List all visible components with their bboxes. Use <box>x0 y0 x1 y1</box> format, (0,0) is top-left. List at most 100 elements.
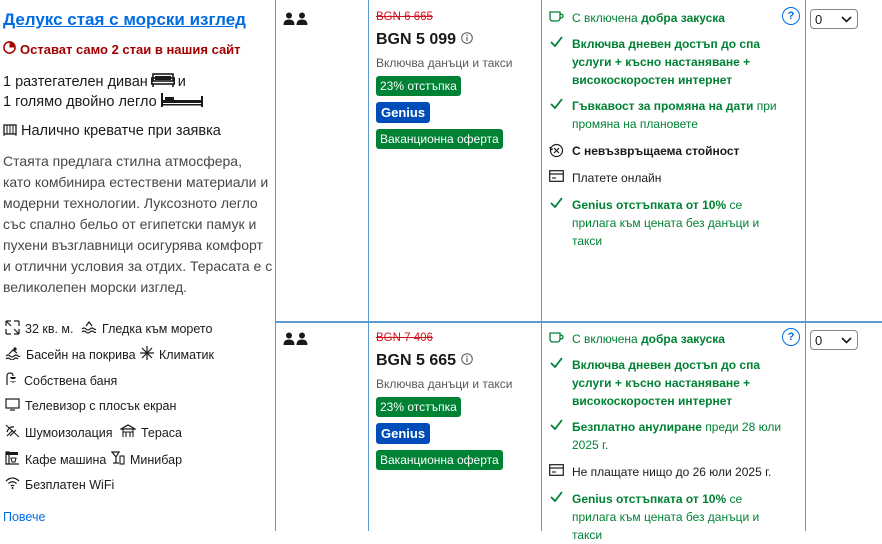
vacation-deal-badge: Ваканционна оферта <box>376 450 503 470</box>
feature-aircon: Климатик <box>140 346 214 363</box>
coffee-cup-icon <box>548 330 564 348</box>
room-description: Стаята предлага стилна атмосфера, като к… <box>3 153 273 295</box>
breakfast-bold: добра закуска <box>641 11 725 25</box>
checkmark-icon <box>548 97 564 133</box>
scarcity-text: Остават само 2 стаи в нашия сайт <box>20 41 241 57</box>
price-block: BGN 7 406 BGN 5 665 Включва данъци и так… <box>376 332 536 470</box>
room-quantity-select[interactable]: 0 <box>810 9 858 29</box>
coffee-cup-icon <box>548 9 564 27</box>
tv-icon <box>5 398 20 414</box>
feature-soundproof: Шумоизолация <box>5 424 113 441</box>
double-bed-label: 1 голямо двойно легло <box>3 94 157 110</box>
price-block: BGN 6 665 BGN 5 099 Включва данъци и так… <box>376 11 536 149</box>
feature-minibar: Минибар <box>110 451 183 468</box>
tax-note: Включва данъци и такси <box>376 56 513 70</box>
credit-card-icon <box>548 169 564 187</box>
minibar-icon <box>110 451 125 468</box>
feature-wifi-label: Безплатен WiFi <box>25 477 115 492</box>
feature-coffee: Кафе машина <box>5 451 106 468</box>
sofa-bed-label: 1 разтегателен диван <box>3 74 148 90</box>
credit-card-icon <box>548 463 564 481</box>
chevron-down-icon <box>841 334 852 349</box>
feature-soundproof-label: Шумоизолация <box>25 425 113 440</box>
feature-tv-label: Телевизор с плосък екран <box>25 399 177 413</box>
checkmark-icon <box>548 35 564 89</box>
room-title-link[interactable]: Делукс стая с морски изглед <box>3 10 246 30</box>
chevron-down-icon <box>841 13 852 28</box>
condition-day-access: Включва дневен достъп до спа услуги + къ… <box>548 356 788 410</box>
room-quantity-value: 0 <box>815 11 823 27</box>
checkmark-icon <box>548 490 564 544</box>
genius-badge: Genius <box>376 102 431 123</box>
sea-view-icon <box>81 320 97 337</box>
current-price: BGN 5 665 <box>376 352 536 370</box>
feature-wifi: Безплатен WiFi <box>5 477 114 492</box>
free-cancellation-bold: Безплатно анулиране <box>572 420 702 434</box>
coffee-machine-icon <box>5 451 20 468</box>
info-icon[interactable] <box>461 31 473 49</box>
vacation-deal-badge: Ваканционна оферта <box>376 129 503 149</box>
checkmark-icon <box>548 356 564 410</box>
clock-icon <box>3 41 16 57</box>
help-icon[interactable]: ? <box>782 328 800 346</box>
flexibility-bold: Гъвкавост за промяна на дати <box>572 99 754 113</box>
sofa-icon <box>150 72 175 92</box>
tax-note: Включва данъци и такси <box>376 377 513 391</box>
terrace-icon <box>118 424 138 441</box>
checkmark-icon <box>548 196 564 250</box>
feature-bathroom-label: Собствена баня <box>24 373 118 388</box>
room-quantity-select[interactable]: 0 <box>810 330 858 350</box>
payment-text: Не плащате нищо до 26 юли 2025 г. <box>572 465 772 479</box>
feature-terrace-label: Тераса <box>141 425 182 440</box>
original-price: BGN 6 665 <box>376 11 433 23</box>
help-icon[interactable]: ? <box>782 7 800 25</box>
feature-coffee-label: Кафе машина <box>25 452 107 467</box>
condition-breakfast: С включена добра закуска <box>548 330 788 348</box>
info-icon[interactable] <box>461 352 473 370</box>
more-link[interactable]: Повече <box>3 510 45 524</box>
feature-pool-label: Басейн на покрива <box>26 347 136 362</box>
feature-pool: Басейн на покрива <box>5 346 136 363</box>
feature-sea-view-label: Гледка към морето <box>102 321 213 336</box>
column-divider <box>368 0 369 531</box>
original-price: BGN 7 406 <box>376 332 433 344</box>
condition-payment: Платете онлайн <box>548 169 788 187</box>
wifi-icon <box>5 477 20 492</box>
feature-bathroom: Собствена баня <box>5 372 117 389</box>
column-divider <box>805 0 806 531</box>
soundproof-icon <box>5 424 20 441</box>
scarcity-notice: Остават само 2 стаи в нашия сайт <box>3 41 241 57</box>
guests-icon <box>283 12 309 26</box>
crib-icon <box>3 122 17 140</box>
guests-icon <box>283 332 309 346</box>
feature-aircon-label: Климатик <box>159 347 215 362</box>
condition-flexibility: Гъвкавост за промяна на дати при промяна… <box>548 97 788 133</box>
current-price-value: BGN 5 665 <box>376 352 457 369</box>
day-access-text: Включва дневен достъп до спа услуги + къ… <box>572 37 760 87</box>
bed-sofa: 1 разтегателен диван и <box>3 72 186 92</box>
crib-info: Налично креватче при заявка <box>3 122 221 140</box>
current-price: BGN 5 099 <box>376 31 536 49</box>
room-size-icon <box>5 320 20 338</box>
bed-and-word: и <box>177 74 186 90</box>
shower-icon <box>5 372 19 389</box>
payment-text: Платете онлайн <box>572 171 662 185</box>
feature-minibar-label: Минибар <box>130 452 183 467</box>
genius-badge: Genius <box>376 423 431 444</box>
checkmark-icon <box>548 418 564 454</box>
nonrefundable-text: С невъзвръщаема стойност <box>572 144 740 158</box>
column-divider <box>541 0 542 531</box>
condition-day-access: Включва дневен достъп до спа услуги + къ… <box>548 35 788 89</box>
feature-size: 32 кв. м. <box>5 320 74 338</box>
condition-breakfast: С включена добра закуска <box>548 9 788 27</box>
feature-terrace: Тераса <box>118 424 182 441</box>
discount-badge: 23% отстъпка <box>376 76 461 96</box>
room-table: Делукс стая с морски изглед Остават само… <box>0 0 882 542</box>
breakfast-prefix: С включена <box>572 332 642 346</box>
room-quantity-value: 0 <box>815 332 823 348</box>
breakfast-bold: добра закуска <box>641 332 725 346</box>
double-bed-icon <box>160 92 204 112</box>
crib-text: Налично креватче при заявка <box>21 123 221 139</box>
condition-free-cancellation: Безплатно анулиране преди 28 юли 2025 г. <box>548 418 788 454</box>
breakfast-prefix: С включена <box>572 11 642 25</box>
